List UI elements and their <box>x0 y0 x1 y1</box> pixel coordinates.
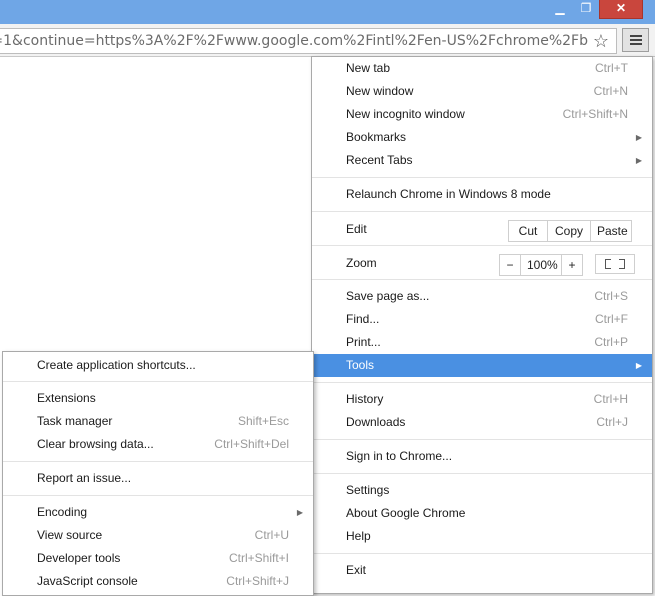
menu-item-new-incognito[interactable]: New incognito window Ctrl+Shift+N <box>312 103 652 126</box>
menu-item-new-tab[interactable]: New tab Ctrl+T <box>312 57 652 80</box>
menu-separator <box>312 473 652 474</box>
submenu-item-view-source[interactable]: View source Ctrl+U <box>3 524 313 547</box>
browser-toolbar: =1&continue=https%3A%2F%2Fwww.google.com… <box>0 24 655 57</box>
submenu-item-encoding[interactable]: Encoding ▶ <box>3 501 313 524</box>
menu-item-zoom: Zoom − 100% + <box>312 251 652 279</box>
title-bar: ▁ ❐ ✕ <box>0 0 655 25</box>
zoom-controls: − 100% + <box>499 254 583 276</box>
maximize-icon[interactable]: ❐ <box>573 0 599 18</box>
submenu-arrow-icon: ▶ <box>296 508 303 517</box>
menu-item-relaunch[interactable]: Relaunch Chrome in Windows 8 mode <box>312 183 652 206</box>
submenu-item-extensions[interactable]: Extensions <box>3 387 313 410</box>
menu-separator <box>312 279 652 280</box>
zoom-level: 100% <box>521 255 562 275</box>
submenu-item-create-shortcuts[interactable]: Create application shortcuts... <box>3 354 313 377</box>
cut-button[interactable]: Cut <box>509 221 548 241</box>
menu-item-find[interactable]: Find... Ctrl+F <box>312 308 652 331</box>
fullscreen-icon[interactable] <box>595 254 635 274</box>
zoom-out-button[interactable]: − <box>500 255 521 275</box>
menu-item-print[interactable]: Print... Ctrl+P <box>312 331 652 354</box>
menu-separator <box>312 553 652 554</box>
submenu-arrow-icon: ▶ <box>635 361 642 370</box>
omnibox[interactable]: =1&continue=https%3A%2F%2Fwww.google.com… <box>0 28 617 54</box>
submenu-item-task-manager[interactable]: Task manager Shift+Esc <box>3 410 313 433</box>
menu-item-exit[interactable]: Exit <box>312 559 652 582</box>
close-icon[interactable]: ✕ <box>599 0 643 19</box>
menu-item-tools[interactable]: Tools ▶ <box>312 354 652 377</box>
copy-button[interactable]: Copy <box>548 221 591 241</box>
menu-separator <box>3 461 313 462</box>
menu-item-new-window[interactable]: New window Ctrl+N <box>312 80 652 103</box>
menu-separator <box>3 495 313 496</box>
menu-separator <box>312 439 652 440</box>
submenu-item-clear-browsing[interactable]: Clear browsing data... Ctrl+Shift+Del <box>3 433 313 456</box>
submenu-item-js-console[interactable]: JavaScript console Ctrl+Shift+J <box>3 570 313 593</box>
menu-separator <box>312 245 652 246</box>
menu-item-history[interactable]: History Ctrl+H <box>312 388 652 411</box>
menu-item-save-page[interactable]: Save page as... Ctrl+S <box>312 285 652 308</box>
paste-button[interactable]: Paste <box>591 221 631 241</box>
menu-item-sign-in[interactable]: Sign in to Chrome... <box>312 445 652 468</box>
submenu-arrow-icon: ▶ <box>635 156 642 165</box>
submenu-arrow-icon: ▶ <box>635 133 642 142</box>
submenu-item-developer-tools[interactable]: Developer tools Ctrl+Shift+I <box>3 547 313 570</box>
menu-item-settings[interactable]: Settings <box>312 479 652 502</box>
menu-item-bookmarks[interactable]: Bookmarks ▶ <box>312 126 652 149</box>
menu-separator <box>312 211 652 212</box>
window-controls: ▁ ❐ ✕ <box>547 0 643 19</box>
tools-submenu: Create application shortcuts... Extensio… <box>2 351 314 596</box>
menu-separator <box>312 177 652 178</box>
bookmark-star-icon[interactable]: ☆ <box>590 30 612 52</box>
menu-item-recent-tabs[interactable]: Recent Tabs ▶ <box>312 149 652 172</box>
zoom-in-button[interactable]: + <box>562 255 582 275</box>
menu-item-help[interactable]: Help <box>312 525 652 548</box>
menu-item-about[interactable]: About Google Chrome <box>312 502 652 525</box>
edit-button-group: Cut Copy Paste <box>508 220 632 242</box>
menu-item-edit: Edit Cut Copy Paste <box>312 217 652 245</box>
minimize-icon[interactable]: ▁ <box>547 0 573 18</box>
menu-separator <box>3 381 313 382</box>
menu-item-downloads[interactable]: Downloads Ctrl+J <box>312 411 652 434</box>
submenu-item-report-issue[interactable]: Report an issue... <box>3 467 313 490</box>
chrome-menu: New tab Ctrl+T New window Ctrl+N New inc… <box>311 56 653 594</box>
menu-separator <box>312 382 652 383</box>
chrome-menu-button[interactable] <box>622 28 649 52</box>
omnibox-url[interactable]: =1&continue=https%3A%2F%2Fwww.google.com… <box>0 29 588 53</box>
hamburger-icon <box>630 35 642 37</box>
